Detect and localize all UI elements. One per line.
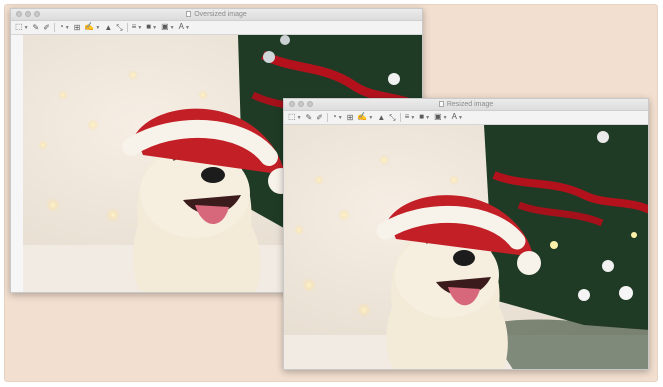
preview-window-resized[interactable]: Resized image ⬚▼ ✎ ✐ ◔▼ ⊞ ✍▼ ▲ ⤡ ≡▼ ■▼ ▣▼ A▼	[283, 98, 649, 370]
toolbar-separator	[399, 113, 401, 122]
text-style-icon: A	[451, 112, 457, 121]
chevron-down-icon: ▼	[169, 25, 175, 31]
title-bar[interactable]: Oversized image	[11, 9, 422, 21]
fill-color-tool-button[interactable]: ▣▼	[434, 112, 448, 123]
border-color-tool-button[interactable]: ■▼	[146, 22, 157, 33]
sketch-icon: ✐	[316, 112, 323, 122]
sketch-icon: ✐	[43, 22, 50, 32]
window-title-text: Resized image	[446, 101, 494, 108]
sign-icon: ✍	[357, 112, 368, 121]
chevron-down-icon: ▼	[368, 115, 374, 121]
selection-rect-tool-button[interactable]: ⬚▼	[288, 112, 302, 123]
text-style-tool-button[interactable]: A▼	[452, 112, 463, 123]
image-canvas[interactable]	[284, 125, 648, 369]
adjust-color-tool-button[interactable]: ▲	[104, 23, 112, 33]
shapes-tool-button[interactable]: ◔▼	[332, 112, 343, 123]
sign-tool-button[interactable]: ✍▼	[84, 22, 100, 33]
border-color-tool-button[interactable]: ■▼	[419, 112, 430, 123]
shape-style-tool-button[interactable]: ≡▼	[405, 112, 416, 123]
text-style-tool-button[interactable]: A▼	[179, 22, 190, 33]
border-color-icon: ■	[419, 112, 425, 121]
chevron-down-icon: ▼	[137, 25, 143, 31]
adjust-size-tool-button[interactable]: ⤡	[116, 23, 122, 33]
instant-alpha-tool-button[interactable]: ✎	[306, 113, 313, 123]
text-icon: ⊞	[73, 22, 81, 32]
instant-alpha-icon: ✎	[305, 112, 313, 122]
instant-alpha-tool-button[interactable]: ✎	[33, 23, 40, 33]
shapes-icon: ◔	[58, 22, 64, 31]
adjust-color-tool-button[interactable]: ▲	[377, 113, 385, 123]
chevron-down-icon: ▼	[23, 25, 29, 31]
text-icon: ⊞	[346, 112, 354, 122]
markup-toolbar: ⬚▼ ✎ ✐ ◔▼ ⊞ ✍▼ ▲ ⤡ ≡▼ ■▼ ▣▼ A▼	[284, 111, 648, 125]
selection-rect-icon: ⬚	[288, 112, 296, 121]
adjust-color-icon: ▲	[104, 22, 113, 32]
chevron-down-icon: ▼	[337, 115, 343, 121]
photo-dog-santa-hat	[284, 125, 648, 369]
chevron-down-icon: ▼	[296, 115, 302, 121]
shape-style-icon: ≡	[131, 22, 137, 31]
selection-rect-tool-button[interactable]: ⬚▼	[15, 22, 29, 33]
fill-color-tool-button[interactable]: ▣▼	[161, 22, 175, 33]
window-title-text: Oversized image	[194, 11, 247, 18]
text-tool-button[interactable]: ⊞	[347, 113, 354, 123]
chevron-down-icon: ▼	[410, 115, 416, 121]
window-title: Resized image	[284, 100, 648, 109]
markup-toolbar: ⬚▼ ✎ ✐ ◔▼ ⊞ ✍▼ ▲ ⤡ ≡▼ ■▼ ▣▼ A▼	[11, 21, 422, 35]
toolbar-separator	[326, 113, 328, 122]
shapes-icon: ◔	[331, 112, 337, 121]
adjust-size-icon: ⤡	[389, 112, 396, 122]
text-style-icon: A	[178, 22, 184, 31]
chevron-down-icon: ▼	[152, 25, 158, 31]
adjust-size-icon: ⤡	[116, 22, 123, 32]
instant-alpha-icon: ✎	[32, 22, 40, 32]
sketch-tool-button[interactable]: ✐	[43, 23, 50, 33]
toolbar-separator	[53, 23, 55, 32]
chevron-down-icon: ▼	[425, 115, 431, 121]
text-tool-button[interactable]: ⊞	[74, 23, 81, 33]
document-icon	[438, 101, 444, 107]
shapes-tool-button[interactable]: ◔▼	[59, 22, 70, 33]
chevron-down-icon: ▼	[442, 115, 448, 121]
chevron-down-icon: ▼	[184, 25, 190, 31]
border-color-icon: ■	[146, 22, 152, 31]
fill-color-icon: ▣	[161, 22, 169, 31]
chevron-down-icon: ▼	[457, 115, 463, 121]
sign-icon: ✍	[84, 22, 95, 31]
shape-style-tool-button[interactable]: ≡▼	[132, 22, 143, 33]
fill-color-icon: ▣	[434, 112, 442, 121]
window-title: Oversized image	[11, 10, 422, 19]
sign-tool-button[interactable]: ✍▼	[357, 112, 373, 123]
adjust-color-icon: ▲	[377, 112, 386, 122]
adjust-size-tool-button[interactable]: ⤡	[389, 113, 395, 123]
chevron-down-icon: ▼	[64, 25, 70, 31]
title-bar[interactable]: Resized image	[284, 99, 648, 111]
sketch-tool-button[interactable]: ✐	[316, 113, 323, 123]
chevron-down-icon: ▼	[95, 25, 101, 31]
shape-style-icon: ≡	[404, 112, 410, 121]
selection-rect-icon: ⬚	[15, 22, 23, 31]
document-icon	[186, 11, 192, 17]
toolbar-separator	[126, 23, 128, 32]
